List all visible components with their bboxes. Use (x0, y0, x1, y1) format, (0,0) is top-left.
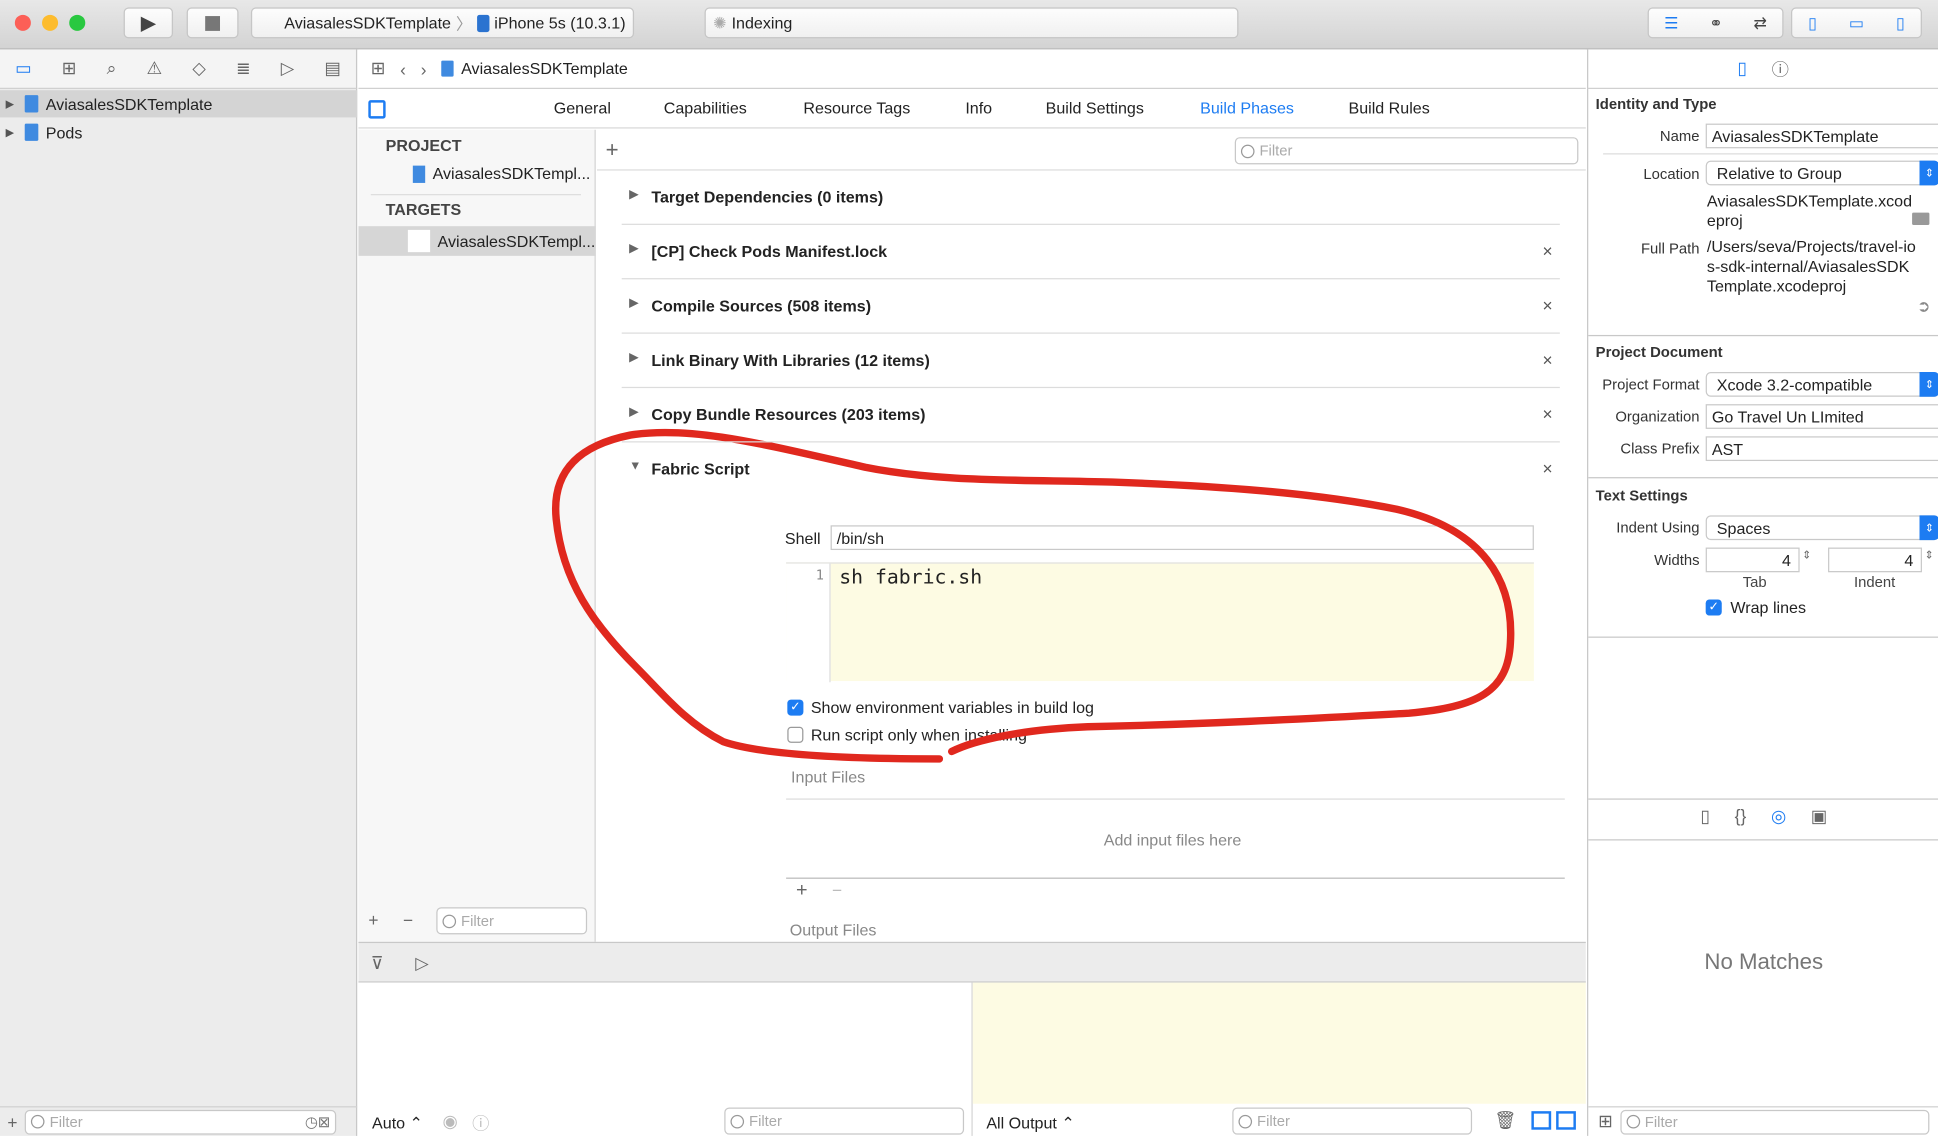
quick-look-icon[interactable]: ◉ (442, 1111, 457, 1132)
reveal-arrow-icon[interactable]: ➲ (1917, 297, 1930, 317)
object-library-icon[interactable]: ◎ (1771, 806, 1786, 827)
project-format-label: Project Format (1602, 375, 1700, 394)
disclosure-closed-icon[interactable]: ▶ (629, 405, 639, 419)
hide-debug-area-icon[interactable]: ⊽ (371, 953, 384, 974)
indent-using-label: Indent Using (1616, 519, 1700, 537)
filter-icon (1626, 1114, 1640, 1129)
filter-placeholder: Filter (1257, 1112, 1290, 1130)
remove-phase-icon[interactable]: × (1543, 241, 1553, 261)
disclosure-closed-icon[interactable]: ▶ (629, 188, 639, 202)
library-filter-bar: ⊞ Filter (1588, 1106, 1938, 1136)
select-arrows-icon: ⇕ (1919, 372, 1938, 397)
indent-label: Indent (1853, 573, 1896, 591)
library-selector-bar: ▯ {} ◎ ▣ (1588, 806, 1938, 827)
tab-label: Tab (1742, 573, 1767, 591)
build-phase-title: [CP] Check Pods Manifest.lock (651, 242, 888, 261)
file-template-icon[interactable]: ▯ (1700, 806, 1710, 827)
location-select[interactable]: Relative to Group ⇕ (1705, 160, 1938, 186)
wrap-lines-label: Wrap lines (1730, 598, 1807, 617)
wrap-lines-checkbox[interactable]: ✓ Wrap lines (1705, 598, 1807, 617)
build-phase-title: Target Dependencies (0 items) (651, 187, 884, 207)
filter-placeholder: Filter (749, 1112, 782, 1130)
file-name: AviasalesSDKTemplate.xcodeproj (1706, 191, 1913, 230)
build-phase-row[interactable]: ▼ Fabric Script × (622, 457, 1561, 482)
checkmark-icon: ✓ (1705, 599, 1722, 616)
name-field[interactable]: AviasalesSDKTemplate (1705, 123, 1938, 149)
select-arrows-icon: ⇕ (1919, 515, 1938, 541)
build-phase-row[interactable]: ▶ Target Dependencies (0 items) (622, 185, 1561, 210)
remove-phase-icon[interactable]: × (1543, 350, 1553, 370)
trash-icon[interactable]: 🗑 (1494, 1110, 1516, 1131)
folder-icon[interactable] (1912, 212, 1930, 225)
divider (621, 441, 1560, 443)
full-path: /Users/seva/Projects/travel-ios-sdk-inte… (1706, 237, 1916, 296)
build-phase-title: Copy Bundle Resources (203 items) (651, 405, 926, 424)
build-phase-title: Link Binary With Libraries (12 items) (651, 351, 930, 370)
disclosure-closed-icon[interactable]: ▶ (629, 242, 639, 256)
no-matches-text: No Matches (1704, 949, 1824, 974)
tab-width-field[interactable]: 4 (1705, 547, 1800, 573)
build-phase-title: Fabric Script (651, 459, 750, 479)
console-output-selector[interactable]: All Output ⌃ (986, 1114, 1074, 1134)
name-label: Name (1659, 127, 1700, 145)
build-phase-row[interactable]: ▶ Copy Bundle Resources (203 items) × (622, 403, 1561, 428)
project-document-header: Project Document (1595, 343, 1723, 361)
remove-phase-icon[interactable]: × (1543, 404, 1553, 424)
divider (621, 223, 1560, 225)
indent-width-field[interactable]: 4 (1828, 547, 1922, 573)
class-prefix-field[interactable]: AST (1705, 436, 1938, 462)
build-phase-row[interactable]: ▶ [CP] Check Pods Manifest.lock × (622, 240, 1561, 265)
class-prefix-label: Class Prefix (1620, 440, 1700, 458)
text-settings-header: Text Settings (1595, 486, 1688, 505)
show-console-icon[interactable] (1556, 1111, 1576, 1130)
project-format-value: Xcode 3.2-compatible (1716, 375, 1873, 394)
indent-using-select[interactable]: Spaces ⇕ (1705, 515, 1938, 541)
project-format-select[interactable]: Xcode 3.2-compatible ⇕ (1705, 372, 1938, 397)
code-snippet-icon[interactable]: {} (1735, 806, 1747, 827)
select-arrows-icon: ⇕ (1919, 160, 1938, 186)
disclosure-open-icon[interactable]: ▼ (629, 460, 641, 474)
divider (621, 332, 1560, 334)
filter-icon (730, 1114, 745, 1128)
location-label: Location (1643, 165, 1700, 183)
indent-width-stepper[interactable]: ⇕ (1924, 549, 1933, 563)
variables-scope-selector[interactable]: Auto ⌃ (372, 1114, 423, 1134)
grid-view-icon[interactable]: ⊞ (1598, 1111, 1613, 1132)
debug-bar: ⊽ ▷ (358, 941, 1586, 983)
build-phase-row[interactable]: ▶ Link Binary With Libraries (12 items) × (622, 349, 1561, 374)
identity-header: Identity and Type (1595, 95, 1717, 113)
divider (621, 278, 1560, 280)
remove-phase-icon[interactable]: × (1543, 459, 1553, 479)
organization-field[interactable]: Go Travel Un LImited (1705, 404, 1938, 429)
location-value: Relative to Group (1716, 163, 1842, 183)
filter-placeholder: Filter (1644, 1113, 1678, 1131)
full-path-label: Full Path (1640, 239, 1700, 258)
console-view[interactable]: All Output ⌃ Filter 🗑 (972, 982, 1586, 1136)
variables-view: Auto ⌃ ◉ ⓘ Filter (358, 982, 973, 1136)
show-variables-icon[interactable] (1531, 1111, 1552, 1130)
variables-filter-input[interactable]: Filter (724, 1107, 965, 1135)
library-filter-input[interactable]: Filter (1620, 1109, 1930, 1135)
filter-icon (1238, 1114, 1253, 1128)
build-phase-title: Compile Sources (508 items) (651, 296, 872, 316)
build-phase-row[interactable]: ▶ Compile Sources (508 items) × (622, 294, 1561, 319)
indent-using-value: Spaces (1716, 518, 1771, 538)
info-icon[interactable]: ⓘ (472, 1111, 489, 1136)
divider (621, 386, 1560, 389)
breakpoints-toggle-icon[interactable]: ▷ (415, 953, 428, 974)
remove-phase-icon[interactable]: × (1543, 295, 1553, 315)
widths-label: Widths (1654, 551, 1700, 569)
tab-width-stepper[interactable]: ⇕ (1802, 549, 1811, 563)
file-inspector: Identity and Type Name AviasalesSDKTempl… (1587, 88, 1938, 1136)
disclosure-closed-icon[interactable]: ▶ (629, 351, 639, 365)
organization-label: Organization (1615, 407, 1700, 426)
disclosure-closed-icon[interactable]: ▶ (629, 297, 639, 311)
console-filter-input[interactable]: Filter (1232, 1107, 1473, 1135)
media-library-icon[interactable]: ▣ (1811, 806, 1827, 827)
